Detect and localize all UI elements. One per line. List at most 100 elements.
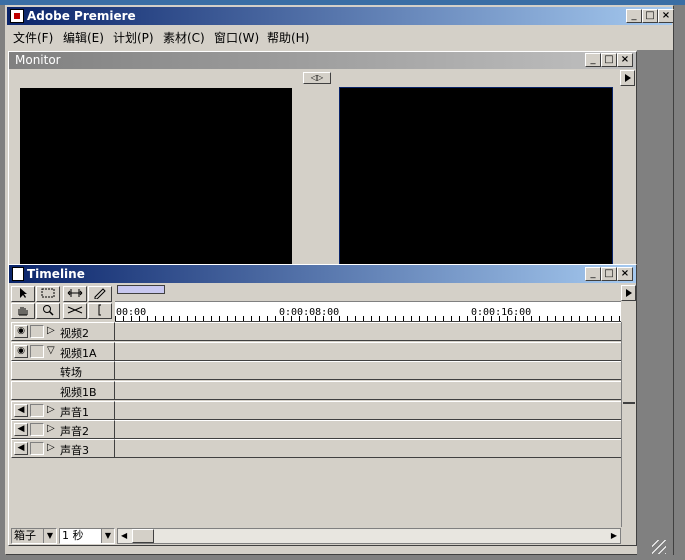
time-zoom-value: 1 秒 xyxy=(62,529,84,542)
scroll-thumb[interactable] xyxy=(132,529,154,543)
speaker-icon[interactable]: ◀ xyxy=(14,404,28,417)
speaker-icon[interactable]: ◀ xyxy=(14,423,28,436)
track-header[interactable]: ◀ ▷ 声音2 xyxy=(11,420,115,439)
menu-file[interactable]: 文件(F) xyxy=(13,29,53,46)
scroll-left-icon[interactable]: ◀ xyxy=(121,531,127,540)
track-header[interactable]: 转场 xyxy=(11,361,115,380)
track-header[interactable]: ◉ ▽ 视频1A xyxy=(11,342,115,361)
speaker-icon[interactable]: ◀ xyxy=(14,442,28,455)
timeline-menu-arrow[interactable] xyxy=(621,285,636,301)
timeline-toolbox xyxy=(11,286,114,320)
eye-icon[interactable]: ◉ xyxy=(14,345,28,358)
pen-icon xyxy=(94,288,106,300)
razor-tool[interactable] xyxy=(63,303,87,319)
track-audio-1: ◀ ▷ 声音1 xyxy=(11,401,621,420)
expand-triangle-icon[interactable]: ▷ xyxy=(47,325,55,336)
resize-grip[interactable] xyxy=(652,540,666,554)
selection-tool[interactable] xyxy=(11,286,35,302)
source-monitor-screen[interactable] xyxy=(20,88,292,264)
track-content[interactable] xyxy=(115,420,621,439)
monitor-title: Monitor xyxy=(15,53,61,67)
track-name: 转场 xyxy=(60,366,82,379)
timeline-window-icon xyxy=(12,267,24,281)
track-name: 视频1B xyxy=(60,386,97,399)
monitor-window: Monitor _ □ × ◁▷ xyxy=(8,51,637,267)
minimize-button[interactable]: _ xyxy=(626,9,642,23)
arrow-pointer-icon xyxy=(20,288,27,298)
razor-icon xyxy=(67,306,83,314)
fade-tool[interactable] xyxy=(88,286,112,302)
monitor-mode-toggle[interactable]: ◁▷ xyxy=(303,72,331,84)
track-header[interactable]: ◉ ▷ 视频2 xyxy=(11,322,115,341)
work-area-bar[interactable] xyxy=(117,285,165,294)
menu-clip[interactable]: 素材(C) xyxy=(163,29,205,46)
program-monitor-screen[interactable] xyxy=(339,87,613,265)
lock-toggle[interactable] xyxy=(30,404,44,417)
eye-icon[interactable]: ◉ xyxy=(14,325,28,338)
track-content[interactable] xyxy=(115,361,621,380)
expand-triangle-icon[interactable]: ▷ xyxy=(47,423,55,434)
collapse-triangle-icon[interactable]: ▽ xyxy=(47,345,55,356)
edit-tool[interactable] xyxy=(63,286,87,302)
bin-label: 箱子 xyxy=(14,529,36,542)
track-transition: 转场 xyxy=(11,361,621,380)
time-ruler[interactable]: 00:00 0:00:08:00 0:00:16:00 xyxy=(115,301,621,322)
lock-toggle[interactable] xyxy=(30,345,44,358)
track-video-1b: 视频1B xyxy=(11,381,621,400)
monitor-close-button[interactable]: × xyxy=(617,53,633,67)
monitor-title-bar[interactable]: Monitor _ □ × xyxy=(9,52,636,69)
track-content[interactable] xyxy=(115,401,621,420)
track-audio-3: ◀ ▷ 声音3 xyxy=(11,439,621,458)
timeline-close-button[interactable]: × xyxy=(617,267,633,281)
time-zoom-dropdown[interactable]: 1 秒 ▼ xyxy=(59,528,115,544)
premiere-app-icon[interactable] xyxy=(10,9,24,23)
maximize-button[interactable]: □ xyxy=(642,9,658,23)
hand-tool[interactable] xyxy=(11,303,35,319)
track-content[interactable] xyxy=(115,322,621,341)
monitor-minimize-button[interactable]: _ xyxy=(585,53,601,67)
timeline-horizontal-scrollbar[interactable]: ◀ ▶ xyxy=(117,528,621,544)
track-header[interactable]: 视频1B xyxy=(11,381,115,400)
marquee-icon xyxy=(41,288,55,298)
timeline-title: Timeline xyxy=(27,267,85,281)
expand-triangle-icon[interactable]: ▷ xyxy=(47,442,55,453)
scroll-right-icon[interactable]: ▶ xyxy=(611,531,617,540)
track-name: 声音1 xyxy=(60,406,89,419)
magnifier-icon xyxy=(43,305,54,316)
lock-toggle[interactable] xyxy=(30,325,44,338)
track-content[interactable] xyxy=(115,342,621,361)
main-title-bar[interactable]: Adobe Premiere _ □ × xyxy=(7,7,674,25)
close-button[interactable]: × xyxy=(658,9,674,23)
timeline-title-bar[interactable]: Timeline _ □ × xyxy=(9,265,636,283)
range-select-tool[interactable] xyxy=(36,286,60,302)
in-out-tool[interactable] xyxy=(88,303,112,319)
chevron-down-icon[interactable]: ▼ xyxy=(43,529,56,543)
track-audio-2: ◀ ▷ 声音2 xyxy=(11,420,621,439)
menu-window[interactable]: 窗口(W) xyxy=(214,29,259,46)
timeline-minimize-button[interactable]: _ xyxy=(585,267,601,281)
track-header[interactable]: ◀ ▷ 声音3 xyxy=(11,439,115,458)
chevron-down-icon[interactable]: ▼ xyxy=(101,529,114,543)
ripple-edit-icon xyxy=(67,289,83,297)
ruler-ticks xyxy=(115,316,621,321)
menu-edit[interactable]: 编辑(E) xyxy=(63,29,104,46)
menu-project[interactable]: 计划(P) xyxy=(113,29,154,46)
track-header[interactable]: ◀ ▷ 声音1 xyxy=(11,401,115,420)
track-content[interactable] xyxy=(115,381,621,400)
triangle-right-icon xyxy=(626,289,632,297)
monitor-maximize-button[interactable]: □ xyxy=(601,53,617,67)
track-content[interactable] xyxy=(115,439,621,458)
hand-icon xyxy=(18,307,28,316)
track-name: 视频2 xyxy=(60,327,89,340)
track-divider-handle[interactable] xyxy=(623,402,635,404)
lock-toggle[interactable] xyxy=(30,423,44,436)
lock-toggle[interactable] xyxy=(30,442,44,455)
track-name: 视频1A xyxy=(60,347,97,360)
bin-dropdown[interactable]: 箱子 ▼ xyxy=(11,528,57,544)
expand-triangle-icon[interactable]: ▷ xyxy=(47,404,55,415)
menu-help[interactable]: 帮助(H) xyxy=(267,29,309,46)
monitor-menu-arrow[interactable] xyxy=(620,70,635,86)
zoom-tool[interactable] xyxy=(36,303,60,319)
timeline-maximize-button[interactable]: □ xyxy=(601,267,617,281)
timeline-vertical-scrollbar[interactable] xyxy=(621,322,636,527)
